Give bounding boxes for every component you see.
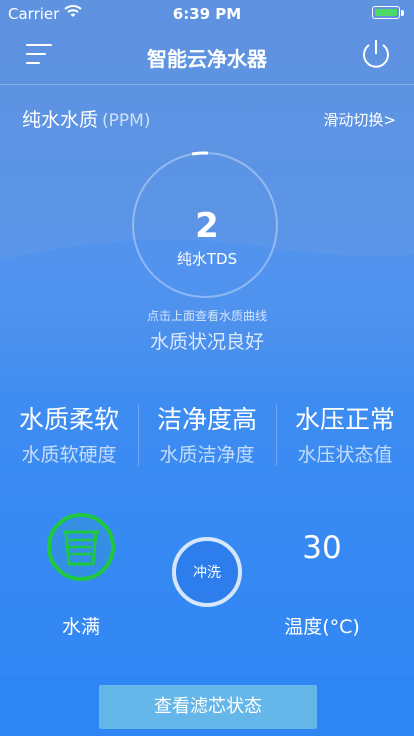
- tds-value: 2: [195, 206, 219, 246]
- quality-curve-hint[interactable]: 点击上面查看水质曲线: [0, 307, 414, 324]
- metric-cleanliness-label: 水质洁净度: [159, 444, 255, 466]
- water-tank-icon: [47, 513, 115, 581]
- flush-button-label: 冲洗: [193, 565, 221, 581]
- status-bar: Carrier 6:39 PM: [0, 0, 414, 28]
- metric-pressure-label: 水压状态值: [297, 444, 393, 466]
- page-title: 智能云净水器: [147, 47, 267, 71]
- power-icon[interactable]: [358, 36, 394, 72]
- metric-pressure: 水压正常 水压状态值: [276, 400, 414, 467]
- metric-softness: 水质柔软 水质软硬度: [0, 400, 138, 467]
- flush-button[interactable]: 冲洗: [172, 537, 242, 607]
- quality-title: 纯水水质: [22, 109, 99, 131]
- nav-bar: 智能云净水器: [0, 28, 414, 85]
- battery-tip: [401, 10, 404, 16]
- tank-status-label: 水满: [61, 616, 100, 638]
- temperature-label: 温度(°C): [284, 616, 360, 638]
- quality-status: 水质状况良好: [149, 331, 264, 353]
- clock: 6:39 PM: [172, 5, 242, 23]
- quality-unit: (PPM): [102, 111, 151, 131]
- battery-icon: [372, 6, 400, 19]
- view-filter-status-button[interactable]: 查看滤芯状态: [99, 685, 317, 729]
- metric-cleanliness-value: 洁净度高: [156, 405, 257, 434]
- quality-heading: 纯水水质 (PPM): [22, 105, 150, 132]
- metric-pressure-value: 水压正常: [294, 405, 395, 434]
- metric-softness-label: 水质软硬度: [21, 444, 117, 466]
- tds-label: 纯水TDS: [176, 250, 238, 268]
- metric-cleanliness: 洁净度高 水质洁净度: [138, 400, 276, 467]
- metric-softness-value: 水质柔软: [18, 405, 119, 434]
- swipe-switch-link[interactable]: 滑动切换>: [323, 109, 396, 130]
- temperature-value: 30: [302, 530, 342, 566]
